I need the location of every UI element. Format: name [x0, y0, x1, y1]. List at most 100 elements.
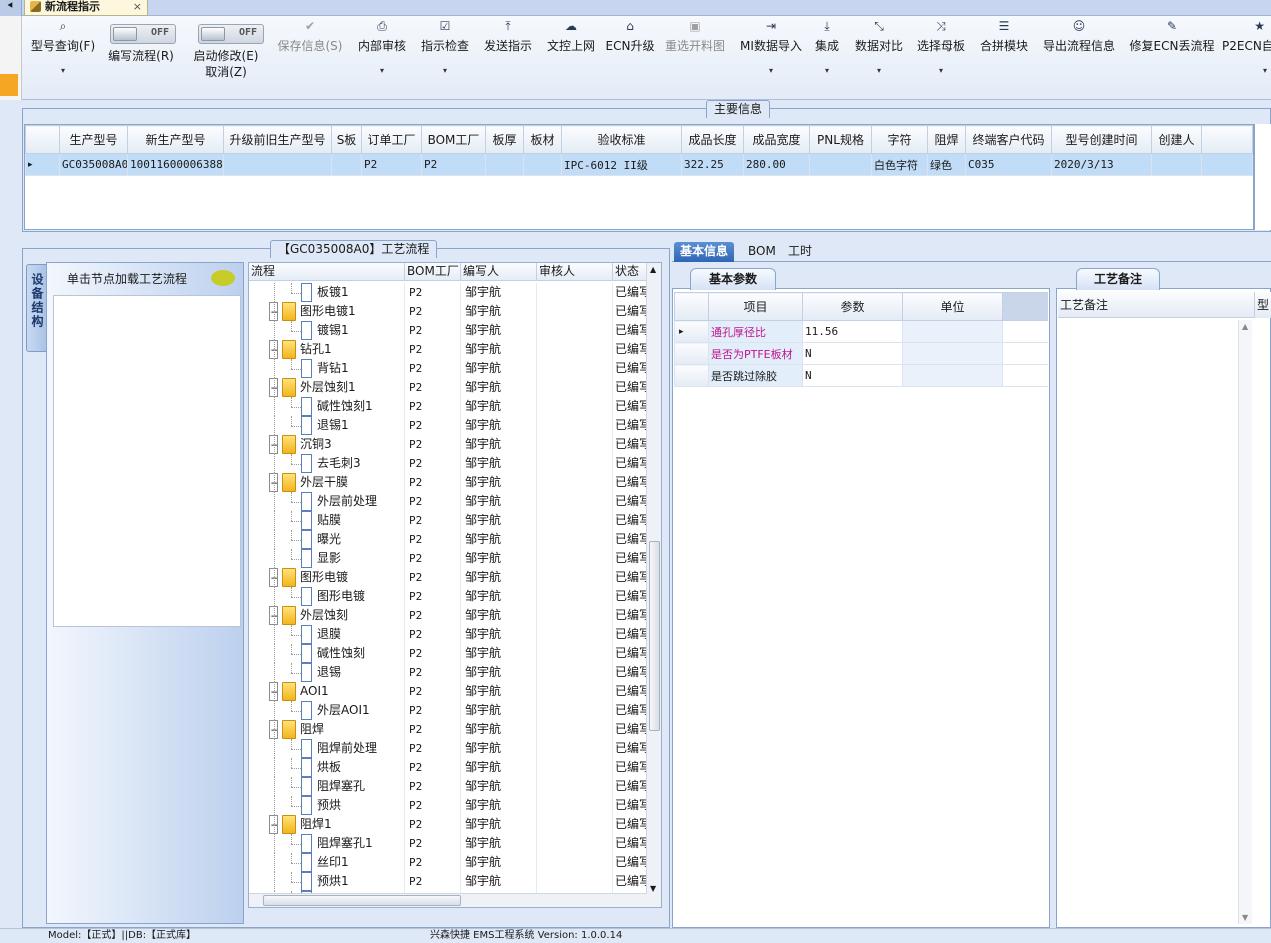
document-tab[interactable]: 新流程指示 ×	[24, 0, 148, 16]
mi-import-button[interactable]: ⇥ MI数据导入 ▾	[736, 18, 806, 98]
save-info-button[interactable]: ✔ 保存信息(S)	[274, 18, 346, 98]
data-compare-button[interactable]: ⤡ 数据对比 ▾	[850, 18, 908, 98]
tree-vertical-scrollbar[interactable]: ▲ ▼	[646, 263, 661, 907]
main-col-11[interactable]: PNL规格	[809, 125, 872, 154]
tree-node[interactable]: 背钻1 P2 邹宇航 已编写	[249, 359, 647, 378]
table-cell[interactable]	[523, 153, 562, 176]
tree-node[interactable]: 退膜 P2 邹宇航 已编写	[249, 625, 647, 644]
chevron-down-icon[interactable]: ▾	[26, 66, 100, 76]
col-flow[interactable]: 流程	[249, 263, 405, 281]
tree-node[interactable]: −钻孔1P2邹宇航已编写	[249, 340, 647, 359]
tree-node[interactable]: 丝印1 P2 邹宇航 已编写	[249, 853, 647, 872]
table-cell[interactable]: C035	[965, 153, 1052, 176]
tree-node[interactable]: 曝光 P2 邹宇航 已编写	[249, 530, 647, 549]
scroll-thumb[interactable]	[649, 541, 660, 731]
col-unit[interactable]: 单位	[902, 292, 1003, 321]
param-unit[interactable]	[902, 342, 1003, 365]
tree-node[interactable]: −外层蚀刻1P2邹宇航已编写	[249, 378, 647, 397]
main-col-12[interactable]: 字符	[871, 125, 928, 154]
vertical-tab-device-structure[interactable]: 设备结构	[26, 264, 48, 352]
param-row[interactable]: 是否为PTFE板材 N	[674, 342, 1048, 365]
table-cell[interactable]	[485, 153, 524, 176]
basic-params-grid[interactable]: 项目 参数 单位 ▸ 通孔厚径比 11.56 是否为PTFE板材 N 是否跳过除胶 N	[674, 292, 1048, 394]
tree-node[interactable]: 去毛刺3 P2 邹宇航 已编写	[249, 454, 647, 473]
chevron-down-icon[interactable]: ▾	[850, 66, 908, 76]
internal-review-button[interactable]: ⎙ 内部审核 ▾	[354, 18, 410, 98]
param-row[interactable]: 是否跳过除胶 N	[674, 364, 1048, 387]
tree-node[interactable]: 显影 P2 邹宇航 已编写	[249, 549, 647, 568]
chevron-down-icon[interactable]: ▾	[736, 66, 806, 76]
scroll-thumb[interactable]	[263, 895, 461, 906]
table-cell[interactable]: 白色字符	[871, 153, 928, 176]
tab-basic-info[interactable]: 基本信息	[674, 242, 735, 262]
tree-node[interactable]: 外层前处理 P2 邹宇航 已编写	[249, 492, 647, 511]
col-writer[interactable]: 编写人	[461, 263, 537, 281]
table-cell[interactable]: P2	[421, 153, 486, 176]
scroll-up-icon[interactable]: ▲	[1242, 322, 1248, 331]
tab-work-hours[interactable]: 工时	[782, 242, 818, 262]
scroll-up-icon[interactable]: ▲	[650, 265, 656, 274]
param-unit[interactable]	[902, 320, 1003, 343]
col-type[interactable]: 型	[1254, 292, 1271, 318]
param-value[interactable]: 11.56	[802, 320, 903, 343]
table-cell[interactable]	[1151, 153, 1202, 176]
tree-node[interactable]: −图形电镀1P2邹宇航已编写	[249, 302, 647, 321]
tree-node[interactable]: 碱性蚀刻 P2 邹宇航 已编写	[249, 644, 647, 663]
main-col-13[interactable]: 阻焊	[927, 125, 966, 154]
tree-node[interactable]: 阻焊前处理 P2 邹宇航 已编写	[249, 739, 647, 758]
main-info-grid[interactable]: 生产型号 新生产型号 升级前旧生产型号 S板 订单工厂 BOM工厂 板厚 板材 验收标准 成品长度…	[24, 124, 1254, 230]
scroll-down-icon[interactable]: ▼	[650, 884, 656, 893]
table-cell[interactable]: 280.00	[743, 153, 810, 176]
left-nav-selected[interactable]	[0, 74, 18, 96]
row-selector-icon[interactable]: ▸	[674, 320, 709, 343]
table-cell[interactable]: P2	[361, 153, 422, 176]
tab-bom[interactable]: BOM	[742, 242, 782, 262]
tree-node[interactable]: 预烘1 P2 邹宇航 已编写	[249, 872, 647, 891]
chevron-down-icon[interactable]: ▾	[810, 66, 844, 76]
main-col-5[interactable]: BOM工厂	[421, 125, 486, 154]
tree-node[interactable]: −外层干膜P2邹宇航已编写	[249, 473, 647, 492]
table-cell[interactable]	[223, 153, 332, 176]
param-unit[interactable]	[902, 364, 1003, 387]
tree-node[interactable]: −外层蚀刻P2邹宇航已编写	[249, 606, 647, 625]
main-col-2[interactable]: 升级前旧生产型号	[223, 125, 332, 154]
table-cell[interactable]: GC035008A0	[59, 153, 128, 176]
table-row[interactable]: ▸ GC035008A0 10011600006388 P2 P2 IPC-6012 II…	[25, 153, 1253, 176]
col-process-notes[interactable]: 工艺备注	[1058, 292, 1254, 318]
tree-node[interactable]: 图形电镀 P2 邹宇航 已编写	[249, 587, 647, 606]
table-cell[interactable]: 2020/3/13	[1051, 153, 1152, 176]
write-flow-toggle[interactable]: OFF	[110, 24, 176, 44]
instruction-check-button[interactable]: ☑ 指示检查 ▾	[416, 18, 474, 98]
notes-scrollbar[interactable]: ▲ ▼	[1238, 320, 1252, 924]
main-col-3[interactable]: S板	[331, 125, 362, 154]
table-cell[interactable]: 10011600006388	[127, 153, 224, 176]
table-cell[interactable]	[331, 153, 362, 176]
basic-params-title[interactable]: 基本参数	[690, 268, 776, 290]
tree-node[interactable]: 板镀1 P2 邹宇航 已编写	[249, 283, 647, 302]
scroll-down-icon[interactable]: ▼	[1242, 913, 1248, 922]
model-query-button[interactable]: ⌕ 型号查询(F) ▾	[26, 18, 100, 98]
integrate-button[interactable]: ⤓ 集成 ▾	[810, 18, 844, 98]
chevron-down-icon[interactable]: ▾	[354, 66, 410, 76]
table-cell[interactable]: 322.25	[681, 153, 744, 176]
merge-module-button[interactable]: ☰ 合拼模块	[976, 18, 1032, 98]
doc-control-publish-button[interactable]: ☁ 文控上网	[542, 18, 600, 98]
close-icon[interactable]: ×	[133, 0, 142, 13]
tree-node[interactable]: −阻焊1P2邹宇航已编写	[249, 815, 647, 834]
tree-node[interactable]: 阻焊塞孔 P2 邹宇航 已编写	[249, 777, 647, 796]
main-col-16[interactable]: 创建人	[1151, 125, 1202, 154]
tree-node[interactable]: 退锡 P2 邹宇航 已编写	[249, 663, 647, 682]
ecn-upgrade-button[interactable]: ⌂ ECN升级	[604, 18, 656, 98]
tree-horizontal-scrollbar[interactable]	[249, 893, 647, 907]
main-col-4[interactable]: 订单工厂	[361, 125, 422, 154]
horizontal-splitter[interactable]	[0, 234, 1271, 238]
main-col-14[interactable]: 终端客户代码	[965, 125, 1052, 154]
tree-node[interactable]: 外层AOI1 P2 邹宇航 已编写	[249, 701, 647, 720]
main-col-9[interactable]: 成品长度	[681, 125, 744, 154]
param-value[interactable]: N	[802, 342, 903, 365]
param-value[interactable]: N	[802, 364, 903, 387]
tree-node[interactable]: −图形电镀P2邹宇航已编写	[249, 568, 647, 587]
p2ecn-auto-button[interactable]: ★ P2ECN自动 ▾	[1222, 18, 1271, 98]
main-col-0[interactable]: 生产型号	[59, 125, 128, 154]
main-col-7[interactable]: 板材	[523, 125, 562, 154]
